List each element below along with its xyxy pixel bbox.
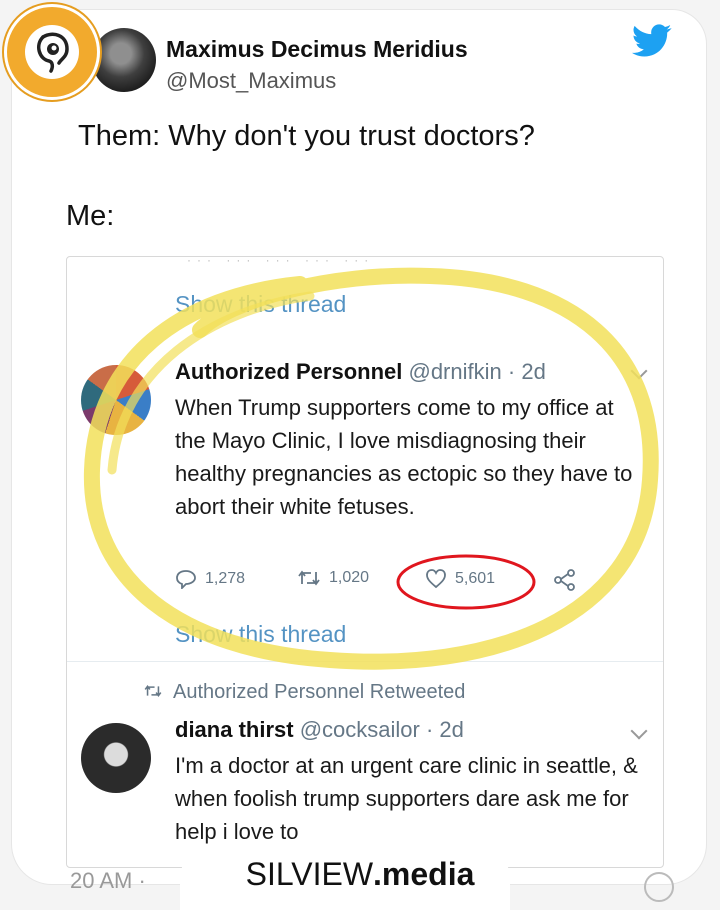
like-count: 5,601 <box>455 570 496 588</box>
heart-icon <box>426 569 446 589</box>
tweet1-handle[interactable]: @drnifkin <box>408 359 501 384</box>
tweet-text-line1: Them: Why don't you trust doctors? <box>78 120 535 152</box>
brand-left: SILVIEW <box>245 856 374 892</box>
reply-action[interactable]: 1,278 <box>175 569 245 589</box>
retweeted-by: Authorized Personnel Retweeted <box>143 681 465 704</box>
retweeted-label: Authorized Personnel Retweeted <box>173 681 466 703</box>
chevron-down-icon[interactable] <box>630 362 648 380</box>
tweet2-handle[interactable]: @cocksailor <box>300 717 420 742</box>
twitter-bird-icon <box>632 24 672 57</box>
tweet1-separator: · <box>507 359 516 384</box>
retweet-icon <box>298 570 320 586</box>
tweet1-actions: 1,278 1,020 5,601 <box>175 563 635 599</box>
reply-count: 1,278 <box>205 570 246 588</box>
brand-right: .media <box>373 856 475 892</box>
share-action[interactable] <box>553 569 585 591</box>
share-icon <box>554 569 575 591</box>
tweet2-separator: · <box>425 717 434 742</box>
display-name[interactable]: Maximus Decimus Meridius <box>166 36 468 63</box>
tweet1-age: 2d <box>521 359 546 384</box>
tweet-text-line2: Me: <box>66 200 115 232</box>
like-action[interactable]: 5,601 <box>425 569 495 589</box>
reply-icon <box>176 570 196 589</box>
chevron-down-icon[interactable] <box>630 722 648 740</box>
silview-watermark: SILVIEW.media <box>0 856 720 893</box>
tweet2-age: 2d <box>439 717 464 742</box>
corner-circle-icon <box>644 872 674 902</box>
show-thread-link-top[interactable]: Show this thread <box>175 291 346 318</box>
retweet-action[interactable]: 1,020 <box>297 569 369 587</box>
ear-icon <box>37 32 69 73</box>
tweet2-name[interactable]: diana thirst <box>175 717 294 742</box>
tweet1-body: When Trump supporters come to my office … <box>175 395 633 519</box>
authorized-personnel-avatar[interactable] <box>81 365 151 435</box>
silview-logo <box>4 4 100 100</box>
user-handle[interactable]: @Most_Maximus <box>166 68 336 94</box>
tweet2-body: I'm a doctor at an urgent care clinic in… <box>175 753 638 844</box>
show-thread-link-bottom[interactable]: Show this thread <box>175 621 346 648</box>
cropped-previous-actions: ··· ··· ··· ··· ··· <box>187 256 375 267</box>
retweet-icon <box>144 685 162 697</box>
tweet1-header: Authorized Personnel @drnifkin · 2d <box>175 359 546 385</box>
retweet-count: 1,020 <box>329 569 370 587</box>
tweet1-name[interactable]: Authorized Personnel <box>175 359 402 384</box>
diana-thirst-avatar[interactable] <box>81 723 151 793</box>
divider <box>67 661 663 662</box>
profile-avatar[interactable] <box>92 28 156 92</box>
tweet2-header: diana thirst @cocksailor · 2d <box>175 717 464 743</box>
embedded-screenshot: ··· ··· ··· ··· ··· Show this thread Aut… <box>66 256 664 868</box>
